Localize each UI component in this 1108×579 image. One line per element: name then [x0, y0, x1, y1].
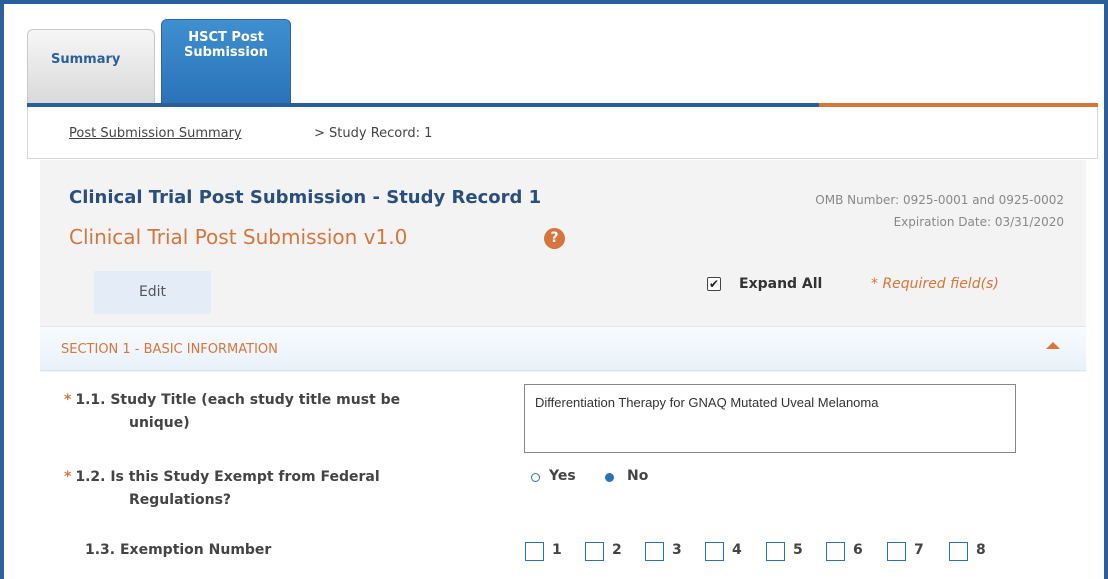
exemption-checkbox[interactable] [705, 542, 724, 561]
expand-all-label[interactable]: Expand All [739, 276, 822, 292]
exemption-option-label: 5 [793, 542, 803, 558]
exemption-checkbox[interactable] [949, 542, 968, 561]
form-version-title: Clinical Trial Post Submission v1.0 [69, 225, 408, 249]
exemption-option-label: 4 [732, 542, 742, 558]
question-1-3-label: 1.3. Exemption Number [85, 542, 272, 558]
omb-info: OMB Number: 0925-0001 and 0925-0002 Expi… [815, 189, 1064, 233]
question-1-2-line2: Regulations? [129, 492, 232, 508]
question-1-1-line2: unique) [129, 415, 190, 431]
question-1-2-line1: 1.2. Is this Study Exempt from Federal [75, 469, 380, 485]
study-title-value: Differentiation Therapy for GNAQ Mutated… [535, 395, 879, 410]
tab-summary[interactable]: Summary [27, 29, 155, 105]
breadcrumb: Post Submission Summary > Study Record: … [27, 107, 1098, 159]
tab-hsct-post-submission[interactable]: HSCT Post Submission [161, 19, 291, 105]
exemption-option-label: 2 [612, 542, 622, 558]
exemption-checkbox[interactable] [766, 542, 785, 561]
radio-no[interactable] [605, 473, 614, 482]
exemption-option-label: 7 [914, 542, 924, 558]
study-title-input[interactable]: Differentiation Therapy for GNAQ Mutated… [524, 384, 1016, 453]
edit-button[interactable]: Edit [94, 271, 211, 314]
exemption-checkbox[interactable] [585, 542, 604, 561]
omb-number: OMB Number: 0925-0001 and 0925-0002 [815, 193, 1064, 207]
radio-yes-label[interactable]: Yes [549, 468, 576, 484]
question-circle-icon[interactable]: ? [544, 228, 565, 249]
tab-bar: Summary HSCT Post Submission [27, 17, 1102, 105]
page-title: Clinical Trial Post Submission - Study R… [69, 187, 542, 208]
exemption-checkbox[interactable] [525, 542, 544, 561]
question-1-1-line1: 1.1. Study Title (each study title must … [75, 392, 401, 408]
breadcrumb-current: > Study Record: 1 [314, 126, 433, 141]
question-1-2-label: * 1.2. Is this Study Exempt from Federal … [64, 466, 380, 512]
exemption-checkbox[interactable] [645, 542, 664, 561]
expiration-date: Expiration Date: 03/31/2020 [893, 215, 1064, 229]
exemption-checkbox[interactable] [887, 542, 906, 561]
radio-no-label[interactable]: No [627, 468, 648, 484]
required-star: * [64, 392, 72, 408]
caret-up-icon[interactable] [1046, 342, 1060, 349]
exemption-option-label: 1 [552, 542, 562, 558]
section-1-title: SECTION 1 - BASIC INFORMATION [61, 342, 278, 357]
exemption-option-label: 6 [853, 542, 863, 558]
radio-yes[interactable] [531, 473, 540, 482]
required-fields-note: * Required field(s) [871, 276, 999, 292]
breadcrumb-link-post-submission-summary[interactable]: Post Submission Summary [69, 126, 242, 141]
question-1-1-label: * 1.1. Study Title (each study title must… [64, 389, 400, 435]
exemption-option-label: 3 [672, 542, 682, 558]
required-star: * [64, 469, 72, 485]
section-1-header[interactable]: SECTION 1 - BASIC INFORMATION [40, 326, 1086, 371]
tab-summary-label: Summary [51, 52, 121, 67]
exemption-checkbox[interactable] [826, 542, 845, 561]
expand-all-checkbox[interactable]: ✔ [707, 277, 721, 291]
tab-hsct-label: HSCT Post Submission [183, 30, 269, 60]
exemption-option-label: 8 [976, 542, 986, 558]
